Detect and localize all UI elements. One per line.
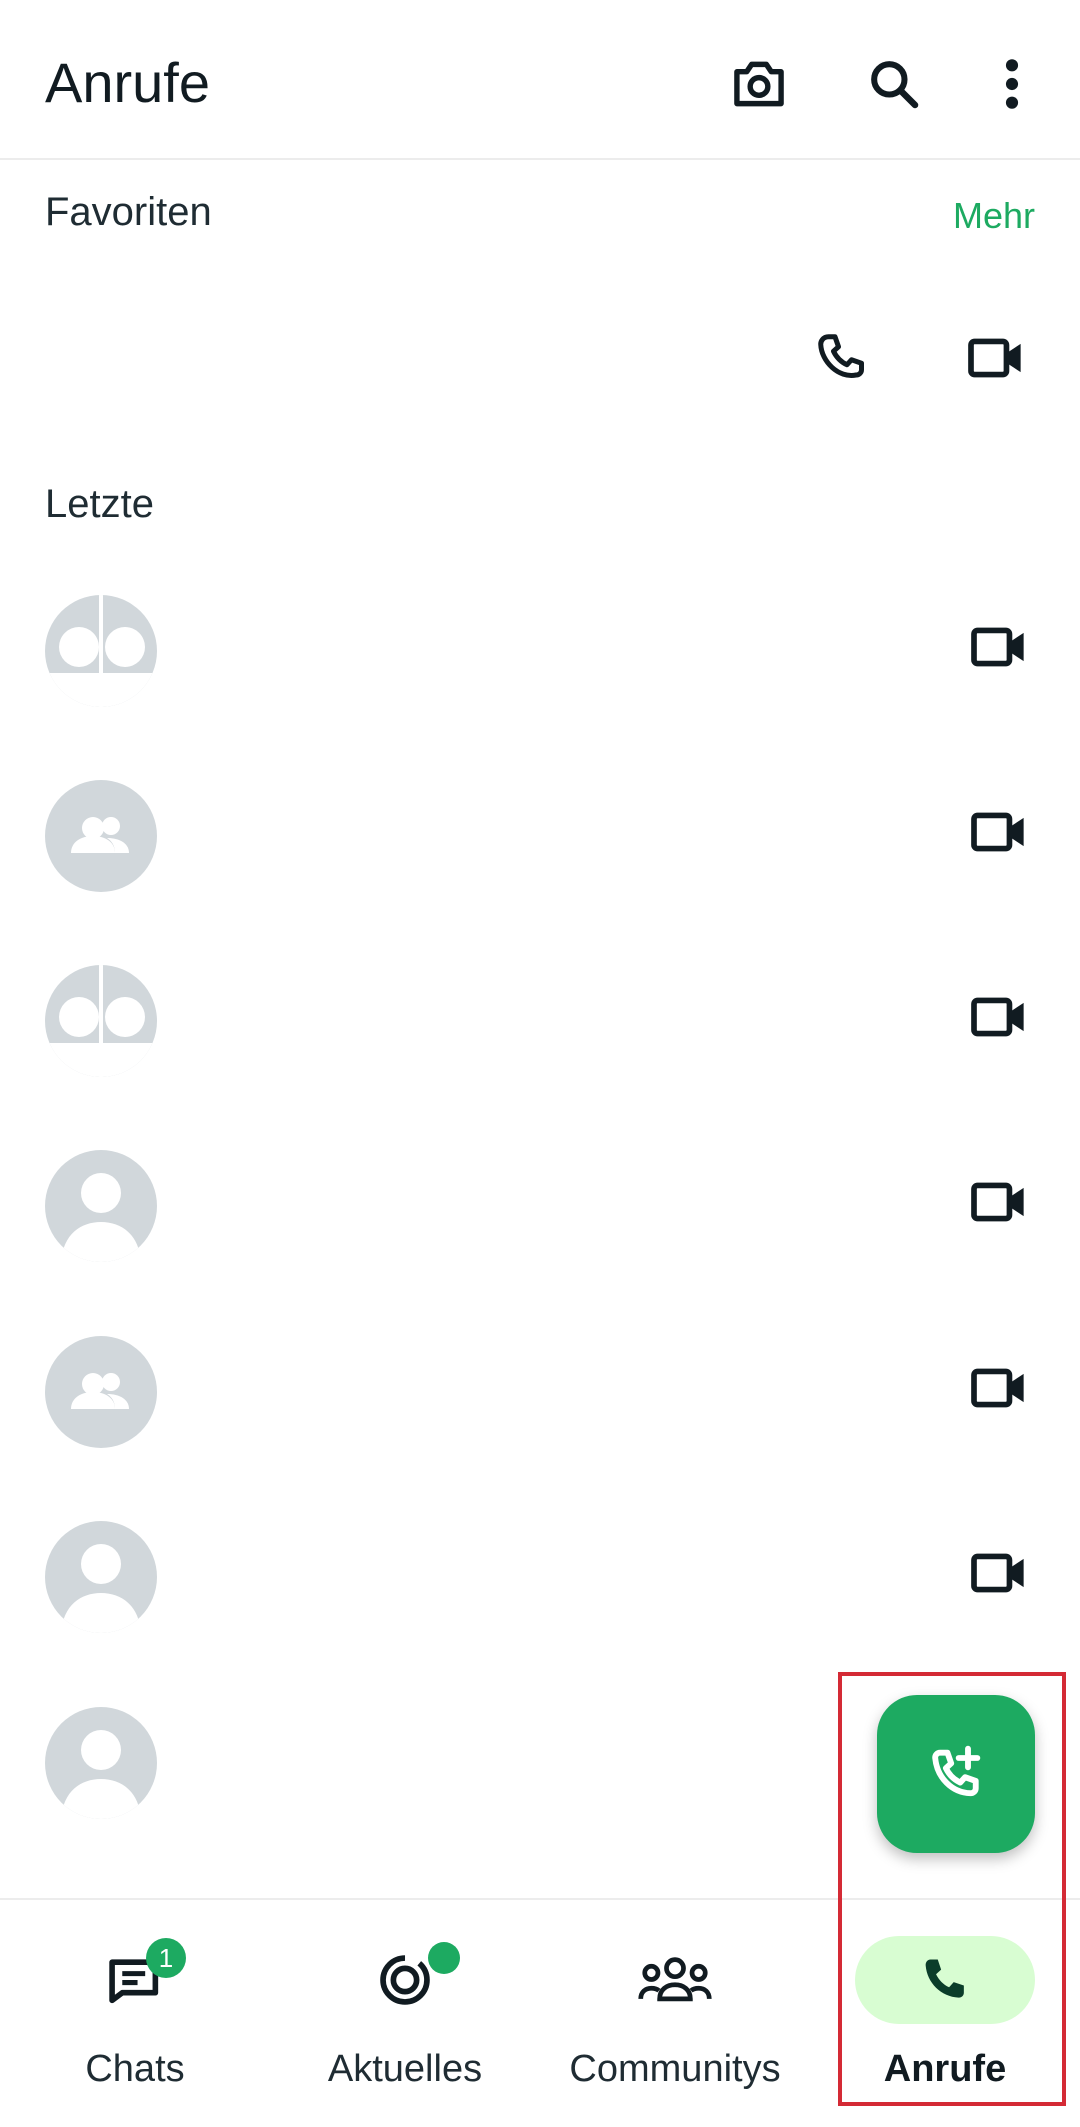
add-call-icon <box>932 1745 981 1797</box>
video-icon[interactable] <box>957 318 1037 398</box>
person-avatar <box>45 1150 157 1262</box>
broken-image-avatar <box>45 965 157 1077</box>
search-icon[interactable] <box>862 52 926 116</box>
nav-label-chats: Chats <box>85 2048 185 2090</box>
video-call-icon[interactable] <box>960 977 1040 1057</box>
group-avatar <box>45 1336 157 1448</box>
recent-call-row[interactable] <box>0 1481 1080 1661</box>
video-call-icon[interactable] <box>960 1162 1040 1242</box>
app-header: Anrufe <box>0 0 1080 160</box>
nav-label-communities: Communitys <box>569 2048 781 2090</box>
calls-icon <box>925 1959 964 1998</box>
communities-icon <box>638 1957 712 2002</box>
nav-label-calls: Anrufe <box>883 2048 1007 2090</box>
video-call-icon[interactable] <box>960 792 1040 872</box>
active-tab-pill <box>855 1936 1035 2024</box>
recent-label: Letzte <box>45 482 154 526</box>
new-call-button[interactable] <box>877 1695 1035 1853</box>
recent-call-row[interactable] <box>0 555 1080 735</box>
person-avatar <box>45 1707 157 1819</box>
person-avatar <box>45 1521 157 1633</box>
updates-dot <box>428 1942 460 1974</box>
updates-icon <box>380 1955 430 2005</box>
nav-chats[interactable]: 1 Chats <box>0 1900 270 2127</box>
more-vert-icon[interactable] <box>980 52 1044 116</box>
video-call-icon[interactable] <box>960 607 1040 687</box>
more-favorites-link[interactable]: Mehr <box>953 195 1035 237</box>
recent-call-row[interactable] <box>0 1296 1080 1476</box>
nav-updates[interactable]: Aktuelles <box>270 1900 540 2127</box>
group-avatar <box>45 780 157 892</box>
video-call-icon[interactable] <box>960 1348 1040 1428</box>
nav-calls[interactable]: Anrufe <box>810 1900 1080 2127</box>
broken-image-avatar <box>45 595 157 707</box>
recent-call-row[interactable] <box>0 1110 1080 1290</box>
bottom-navigation: 1 Chats Aktuelles Communitys Anrufe <box>0 1898 1080 2127</box>
favorites-label: Favoriten <box>45 190 212 234</box>
camera-icon[interactable] <box>727 52 791 116</box>
nav-label-updates: Aktuelles <box>327 2048 483 2090</box>
page-title: Anrufe <box>45 51 210 114</box>
recent-call-row[interactable] <box>0 740 1080 920</box>
phone-icon[interactable] <box>802 318 882 398</box>
video-call-icon[interactable] <box>960 1533 1040 1613</box>
recent-call-row[interactable] <box>0 925 1080 1105</box>
chats-unread-badge: 1 <box>146 1938 186 1978</box>
nav-communities[interactable]: Communitys <box>540 1900 810 2127</box>
